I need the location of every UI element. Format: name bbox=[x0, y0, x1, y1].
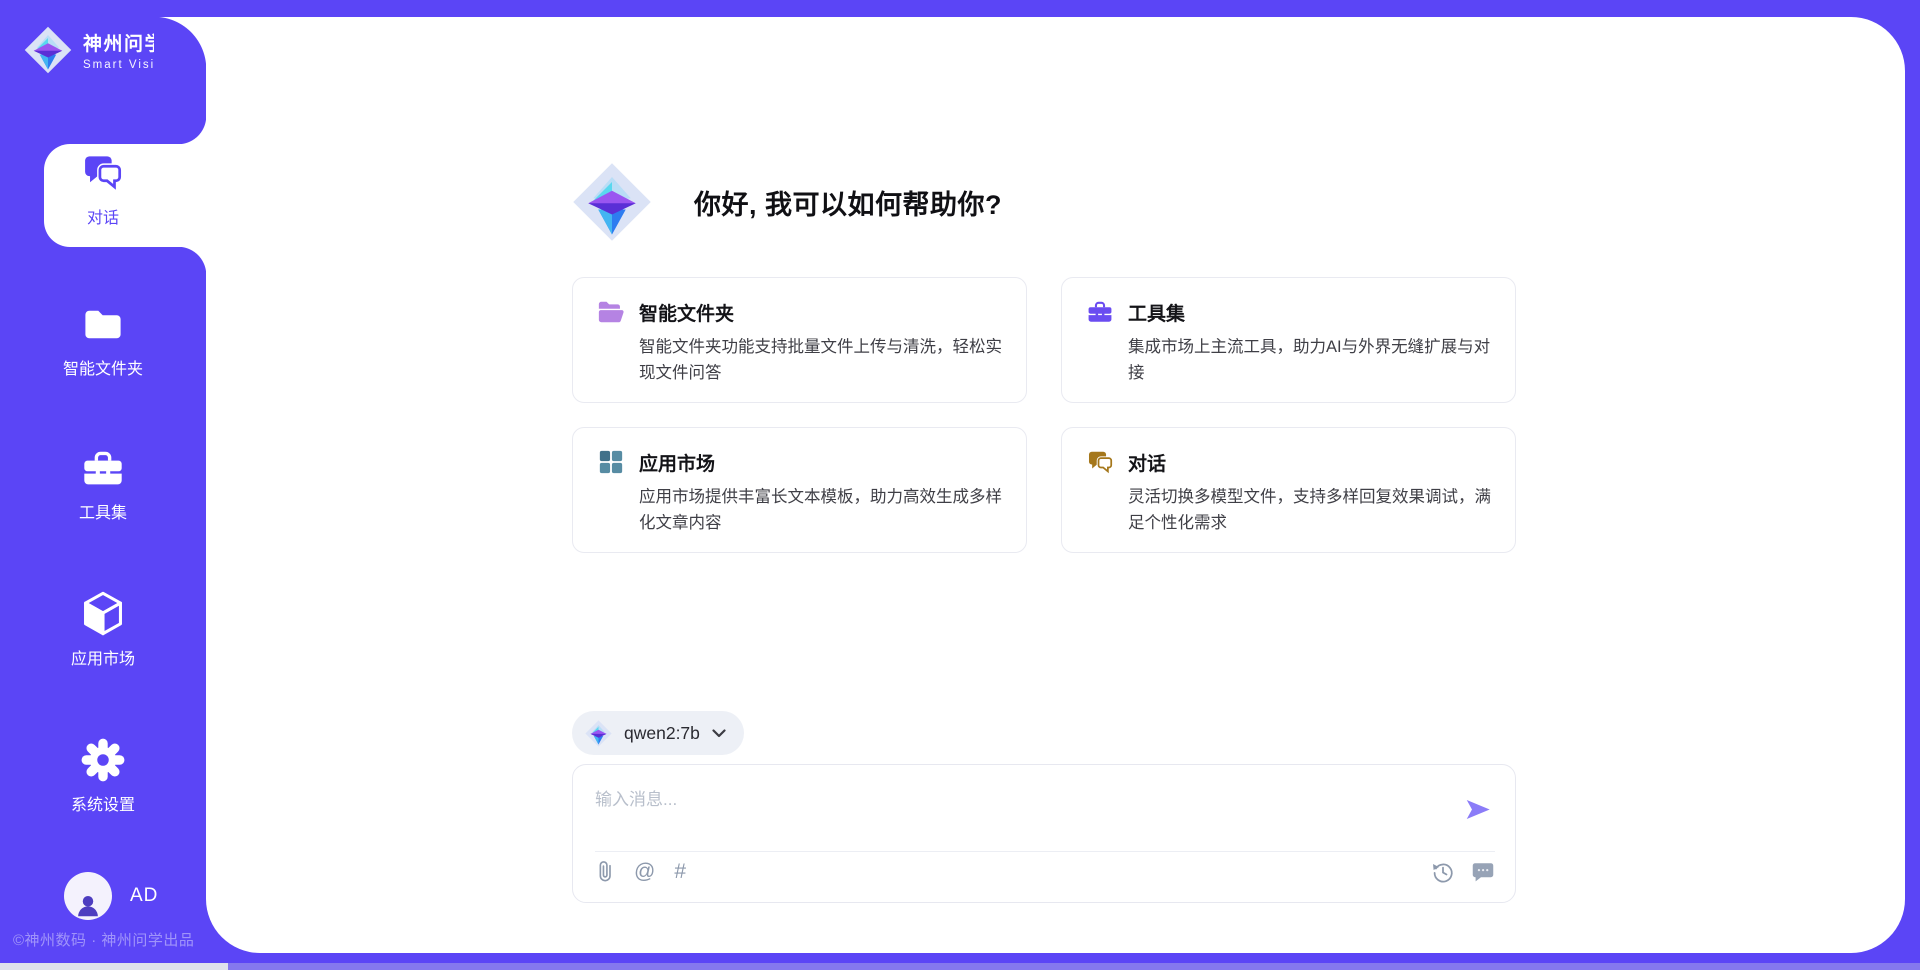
card-description: 灵活切换多模型文件，支持多样回复效果调试，满足个性化需求 bbox=[1128, 485, 1491, 536]
topic-button[interactable]: # bbox=[674, 860, 686, 884]
tab-fillet-top bbox=[178, 116, 206, 144]
send-button[interactable] bbox=[1461, 793, 1495, 825]
content-column: 你好, 我可以如何帮助你? 智能文件夹 智能文件夹功能支持批量文件上传与清洗，轻… bbox=[572, 162, 1516, 903]
card-head: 对话 bbox=[1086, 448, 1491, 476]
sidebar-item-toolset[interactable]: 工具集 bbox=[0, 446, 206, 523]
card-head: 智能文件夹 bbox=[597, 298, 1002, 326]
attach-button[interactable] bbox=[595, 859, 615, 885]
at-icon: @ bbox=[634, 860, 655, 884]
model-selector[interactable]: qwen2:7b bbox=[572, 711, 744, 755]
chat-icon bbox=[1086, 448, 1114, 476]
main-content-surface: 你好, 我可以如何帮助你? 智能文件夹 智能文件夹功能支持批量文件上传与清洗，轻… bbox=[206, 17, 1905, 953]
scrollbar-thumb[interactable] bbox=[0, 963, 228, 970]
toolbox-icon bbox=[80, 446, 126, 490]
cube-icon bbox=[81, 592, 125, 636]
quick-reply-icon bbox=[1471, 860, 1495, 884]
paperclip-icon bbox=[595, 859, 615, 885]
sidebar: 神州问学 Smart Vision 对话 智能文件夹 工具 bbox=[0, 0, 206, 970]
sidebar-item-label: 工具集 bbox=[79, 499, 127, 523]
card-title: 应用市场 bbox=[639, 449, 715, 476]
chevron-down-icon bbox=[712, 729, 726, 738]
greeting-diamond-icon bbox=[572, 162, 652, 242]
greeting-title: 你好, 我可以如何帮助你? bbox=[694, 183, 1002, 222]
composer-tools-left: @ # bbox=[595, 859, 686, 885]
message-input[interactable] bbox=[595, 779, 1461, 837]
user-profile[interactable]: AD bbox=[64, 872, 158, 920]
quick-reply-button[interactable] bbox=[1471, 860, 1495, 884]
card-title: 工具集 bbox=[1128, 299, 1185, 326]
sidebar-item-label: 系统设置 bbox=[71, 791, 135, 815]
user-avatar-icon bbox=[64, 872, 112, 920]
surface-top-fillet bbox=[154, 17, 206, 69]
card-title: 智能文件夹 bbox=[639, 299, 734, 326]
model-name: qwen2:7b bbox=[624, 723, 700, 744]
card-description: 应用市场提供丰富长文本模板，助力高效生成多样化文章内容 bbox=[639, 485, 1002, 536]
sidebar-item-label: 智能文件夹 bbox=[63, 355, 143, 379]
tab-fillet-bottom bbox=[178, 247, 206, 275]
sidebar-item-app-market[interactable]: 应用市场 bbox=[0, 592, 206, 669]
chat-icon bbox=[82, 151, 124, 195]
brand-diamond-icon bbox=[24, 26, 72, 74]
card-title: 对话 bbox=[1128, 449, 1166, 476]
user-name: AD bbox=[130, 885, 158, 907]
card-head: 工具集 bbox=[1086, 298, 1491, 326]
folder-icon bbox=[81, 302, 125, 346]
card-head: 应用市场 bbox=[597, 448, 1002, 476]
feature-cards: 智能文件夹 智能文件夹功能支持批量文件上传与清洗，轻松实现文件问答 工具集 集成… bbox=[572, 277, 1516, 553]
open-folder-icon bbox=[597, 298, 625, 326]
card-chat[interactable]: 对话 灵活切换多模型文件，支持多样回复效果调试，满足个性化需求 bbox=[1061, 427, 1516, 553]
history-button[interactable] bbox=[1431, 860, 1455, 884]
greeting: 你好, 我可以如何帮助你? bbox=[572, 162, 1516, 242]
history-icon bbox=[1431, 860, 1455, 884]
gear-icon bbox=[80, 738, 126, 782]
hash-icon: # bbox=[674, 860, 686, 884]
card-description: 智能文件夹功能支持批量文件上传与清洗，轻松实现文件问答 bbox=[639, 335, 1002, 386]
composer-tools-right bbox=[1431, 860, 1495, 884]
app-page: 神州问学 Smart Vision 对话 智能文件夹 工具 bbox=[0, 0, 1920, 970]
brand-logo[interactable]: 神州问学 Smart Vision bbox=[24, 26, 172, 74]
mention-button[interactable]: @ bbox=[634, 860, 655, 884]
card-app-market[interactable]: 应用市场 应用市场提供丰富长文本模板，助力高效生成多样化文章内容 bbox=[572, 427, 1027, 553]
card-description: 集成市场上主流工具，助力AI与外界无缝扩展与对接 bbox=[1128, 335, 1491, 386]
sidebar-item-smart-folder[interactable]: 智能文件夹 bbox=[0, 302, 206, 379]
sidebar-item-chat[interactable]: 对话 bbox=[0, 151, 206, 228]
sidebar-item-settings[interactable]: 系统设置 bbox=[0, 738, 206, 815]
sidebar-footer: ©神州数码 · 神州问学出品 bbox=[13, 929, 194, 950]
toolbox-icon bbox=[1086, 298, 1114, 326]
apps-grid-icon bbox=[597, 448, 625, 476]
send-icon bbox=[1463, 796, 1493, 823]
composer-input-row bbox=[595, 779, 1495, 852]
sidebar-item-label: 应用市场 bbox=[71, 645, 135, 669]
composer-toolbar: @ # bbox=[595, 852, 1495, 892]
message-composer: @ # bbox=[572, 764, 1516, 903]
card-toolset[interactable]: 工具集 集成市场上主流工具，助力AI与外界无缝扩展与对接 bbox=[1061, 277, 1516, 403]
sidebar-item-label: 对话 bbox=[87, 204, 119, 228]
horizontal-scrollbar[interactable] bbox=[0, 963, 1920, 970]
brand-diamond-icon bbox=[585, 720, 612, 747]
card-smart-folder[interactable]: 智能文件夹 智能文件夹功能支持批量文件上传与清洗，轻松实现文件问答 bbox=[572, 277, 1027, 403]
